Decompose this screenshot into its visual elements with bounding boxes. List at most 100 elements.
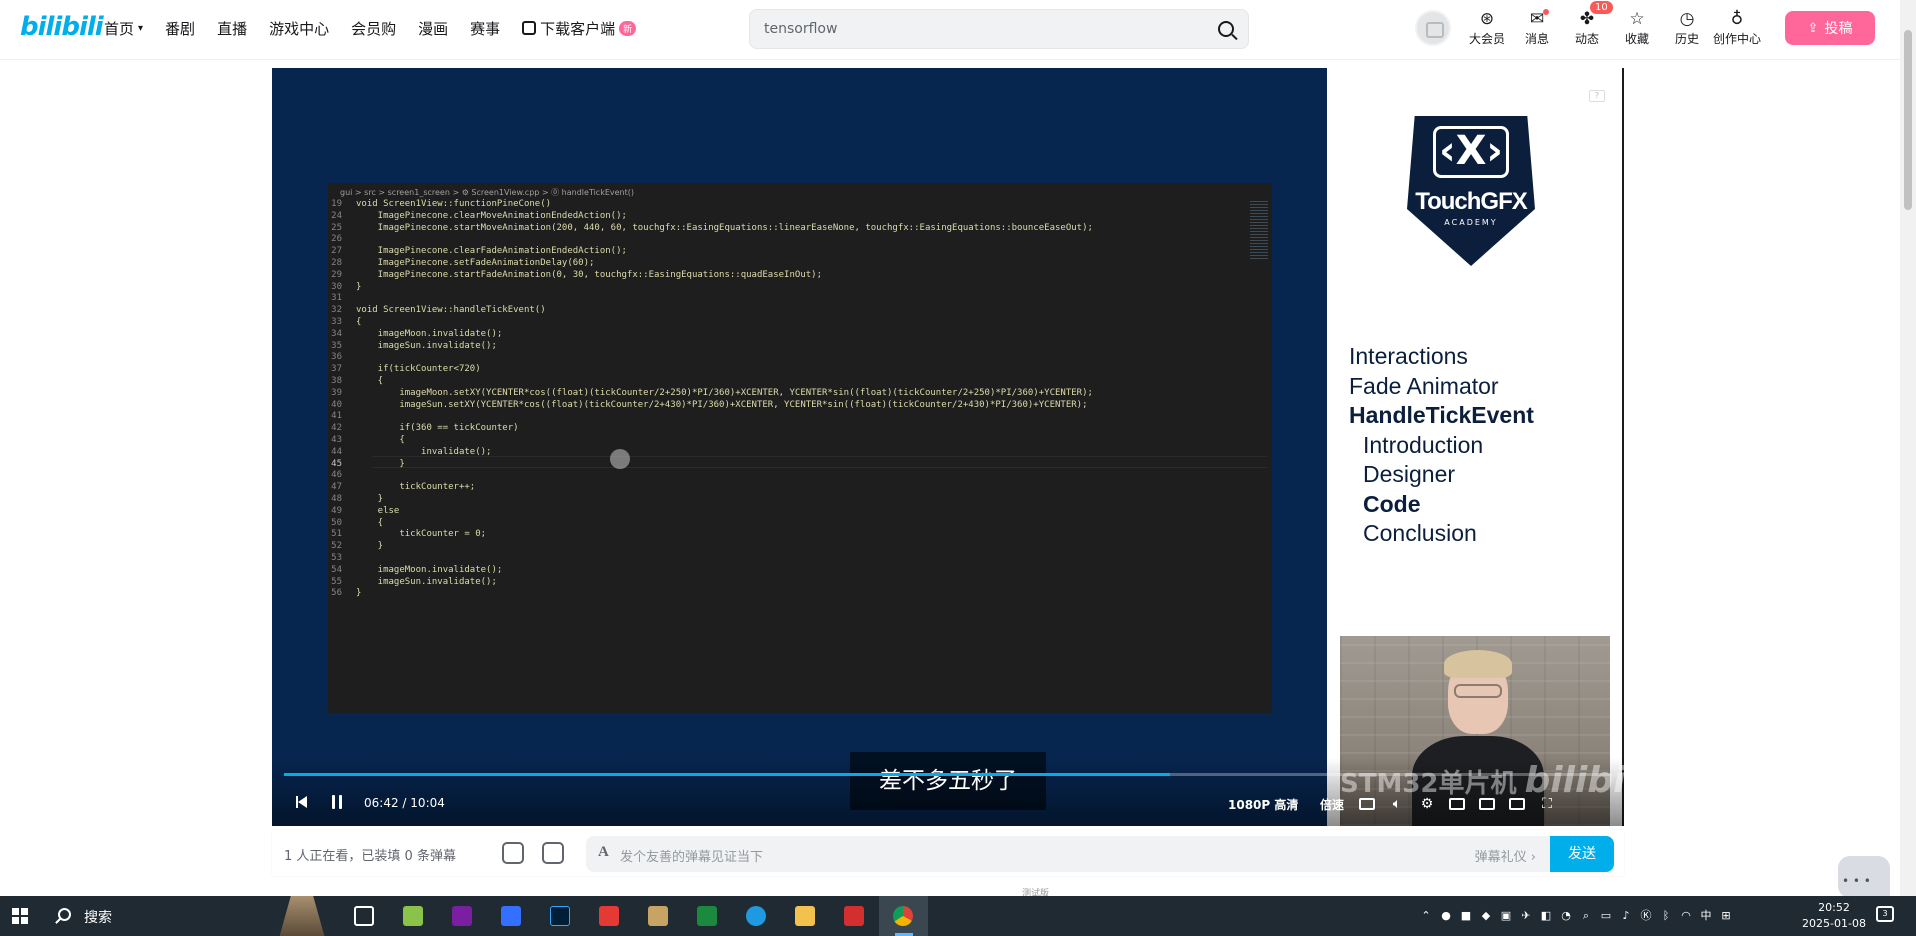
search-input[interactable]	[764, 18, 1194, 40]
settings-icon[interactable]: ⚙	[1417, 794, 1437, 814]
volume-tray-icon[interactable]: ♪	[1616, 896, 1636, 936]
bilibili-logo[interactable]: bilibili	[20, 12, 104, 42]
tray-expand-icon[interactable]: ⌃	[1416, 896, 1436, 936]
wifi-icon[interactable]: ◠	[1676, 896, 1696, 936]
line-text: }	[356, 493, 384, 504]
quality-selector[interactable]: 1080P 高清	[1228, 796, 1298, 813]
code-line: 43 {	[328, 435, 1248, 447]
dynamic-count-badge: 10	[1590, 1, 1613, 14]
code-line: 53	[328, 553, 1248, 565]
line-number: 43	[331, 434, 342, 445]
network-tray-icon[interactable]: ◔	[1556, 896, 1576, 936]
code-line: 25 ImagePinecone.startMoveAnimation(200,…	[328, 223, 1248, 235]
line-number: 31	[331, 293, 342, 304]
nav-anime[interactable]: 番剧	[165, 18, 195, 39]
danmaku-etiquette-link[interactable]: 弹幕礼仪 ›	[1475, 846, 1536, 865]
download-label: 下载客户端	[540, 19, 616, 38]
photoshop-app-icon[interactable]	[536, 896, 585, 936]
scrollbar-thumb[interactable]	[1904, 30, 1912, 210]
edge-app-icon[interactable]	[732, 896, 781, 936]
ide-app-icon[interactable]	[634, 896, 683, 936]
prev-button[interactable]	[296, 796, 307, 808]
header-dynamic[interactable]: ✤ 10 动态	[1562, 1, 1613, 47]
progress-bar[interactable]	[284, 773, 1612, 776]
wps-app-icon[interactable]	[585, 896, 634, 936]
file-explorer-icon[interactable]	[781, 896, 830, 936]
code-line: 44 invalidate();	[328, 447, 1248, 459]
volume-icon[interactable]: 🔈︎	[1387, 794, 1407, 814]
notification-center-icon[interactable]: 3	[1876, 906, 1894, 922]
pen-app-icon[interactable]	[438, 896, 487, 936]
nav-home[interactable]: 首页 ▾	[104, 18, 143, 39]
text-style-icon[interactable]: A	[598, 844, 609, 861]
time-display: 06:42 / 10:04	[364, 796, 445, 810]
danmaku-toggle-icon[interactable]	[502, 842, 524, 864]
agenda-item: Fade Animator	[1349, 372, 1499, 399]
nav-download-client[interactable]: 下载客户端 新	[522, 18, 637, 39]
header-creator-center[interactable]: ♁ 创作中心	[1712, 7, 1762, 47]
danmaku-settings-icon[interactable]	[542, 842, 564, 864]
input-tray-icon[interactable]: ✈	[1516, 896, 1536, 936]
chrome-app-icon[interactable]	[879, 896, 928, 936]
send-button[interactable]: 发送	[1550, 836, 1614, 872]
header-history[interactable]: ◷ 历史	[1662, 7, 1712, 47]
search-tray-icon[interactable]: ⌕	[1576, 896, 1596, 936]
time-current: 06:42	[364, 796, 399, 810]
keyboard-icon[interactable]: ⊞	[1716, 896, 1736, 936]
nav-esports[interactable]: 赛事	[470, 18, 500, 39]
line-text: }	[356, 588, 362, 599]
excel-app-icon[interactable]	[683, 896, 732, 936]
upload-button[interactable]: ⇪ 投稿	[1785, 11, 1875, 45]
battery-icon[interactable]: ▭	[1596, 896, 1616, 936]
floating-chat-icon[interactable]	[1838, 856, 1890, 898]
video-player[interactable]: gui > src > screen1_screen > ⚙ Screen1Vi…	[272, 68, 1624, 826]
code-line: 24 ImagePinecone.clearMoveAnimationEnded…	[328, 211, 1248, 223]
line-number: 44	[331, 446, 342, 457]
windows-start-icon[interactable]	[12, 908, 28, 924]
taskbar-search[interactable]: 搜索	[44, 896, 334, 936]
code-line: 51 tickCounter = 0;	[328, 529, 1248, 541]
nav-vip-shop[interactable]: 会员购	[351, 18, 396, 39]
page-scrollbar[interactable]	[1900, 0, 1916, 896]
notepad-app-icon[interactable]	[389, 896, 438, 936]
header-history-label: 历史	[1674, 32, 1699, 46]
lock-tray-icon[interactable]: ◧	[1536, 896, 1556, 936]
nav-live[interactable]: 直播	[217, 18, 247, 39]
code-line: 42 if(360 == tickCounter)	[328, 423, 1248, 435]
wps-office-icon[interactable]	[830, 896, 879, 936]
notes-tray-icon[interactable]: ■	[1456, 896, 1476, 936]
kugou-tray-icon[interactable]: Ⓚ	[1636, 896, 1656, 936]
nav-manga[interactable]: 漫画	[418, 18, 448, 39]
nav-game-center[interactable]: 游戏中心	[269, 18, 329, 39]
screen-tray-icon[interactable]: ▣	[1496, 896, 1516, 936]
ime-indicator[interactable]: 中	[1696, 896, 1716, 936]
line-text: if(360 == tickCounter)	[356, 423, 519, 434]
header-messages[interactable]: ✉ 消息	[1512, 7, 1562, 47]
app-tray-icon[interactable]: ◆	[1476, 896, 1496, 936]
wechat-tray-icon[interactable]: ●	[1436, 896, 1456, 936]
danmaku-input-field[interactable]: A 发个友善的弹幕见证当下 弹幕礼仪 ›	[586, 836, 1550, 872]
pause-button[interactable]	[332, 795, 346, 809]
header-favorites[interactable]: ☆ 收藏	[1612, 7, 1662, 47]
taskbar-apps	[340, 896, 928, 936]
line-number: 38	[331, 375, 342, 386]
web-fullscreen-icon[interactable]	[1507, 794, 1527, 814]
speed-selector[interactable]: 倍速	[1320, 796, 1344, 813]
bluetooth-icon[interactable]: ᛒ	[1656, 896, 1676, 936]
feishu-app-icon[interactable]	[487, 896, 536, 936]
picture-in-picture-icon[interactable]	[1447, 794, 1467, 814]
creator-icon: ♁	[1730, 9, 1744, 29]
code-line: 49 else	[328, 506, 1248, 518]
header-vip[interactable]: ⊛ 大会员	[1462, 7, 1512, 47]
widescreen-icon[interactable]	[1477, 794, 1497, 814]
task-view-icon[interactable]	[340, 896, 389, 936]
code-line: 48 }	[328, 494, 1248, 506]
avatar[interactable]	[1415, 10, 1451, 46]
fullscreen-icon[interactable]: ⛶	[1537, 794, 1557, 814]
line-number: 53	[331, 552, 342, 563]
code-line: 56}	[328, 588, 1248, 600]
danmaku-toggle-icon[interactable]	[1357, 794, 1377, 814]
search-icon[interactable]	[1218, 21, 1234, 37]
system-clock[interactable]: 20:52 2025-01-08	[1800, 900, 1868, 932]
code-line: 36	[328, 352, 1248, 364]
